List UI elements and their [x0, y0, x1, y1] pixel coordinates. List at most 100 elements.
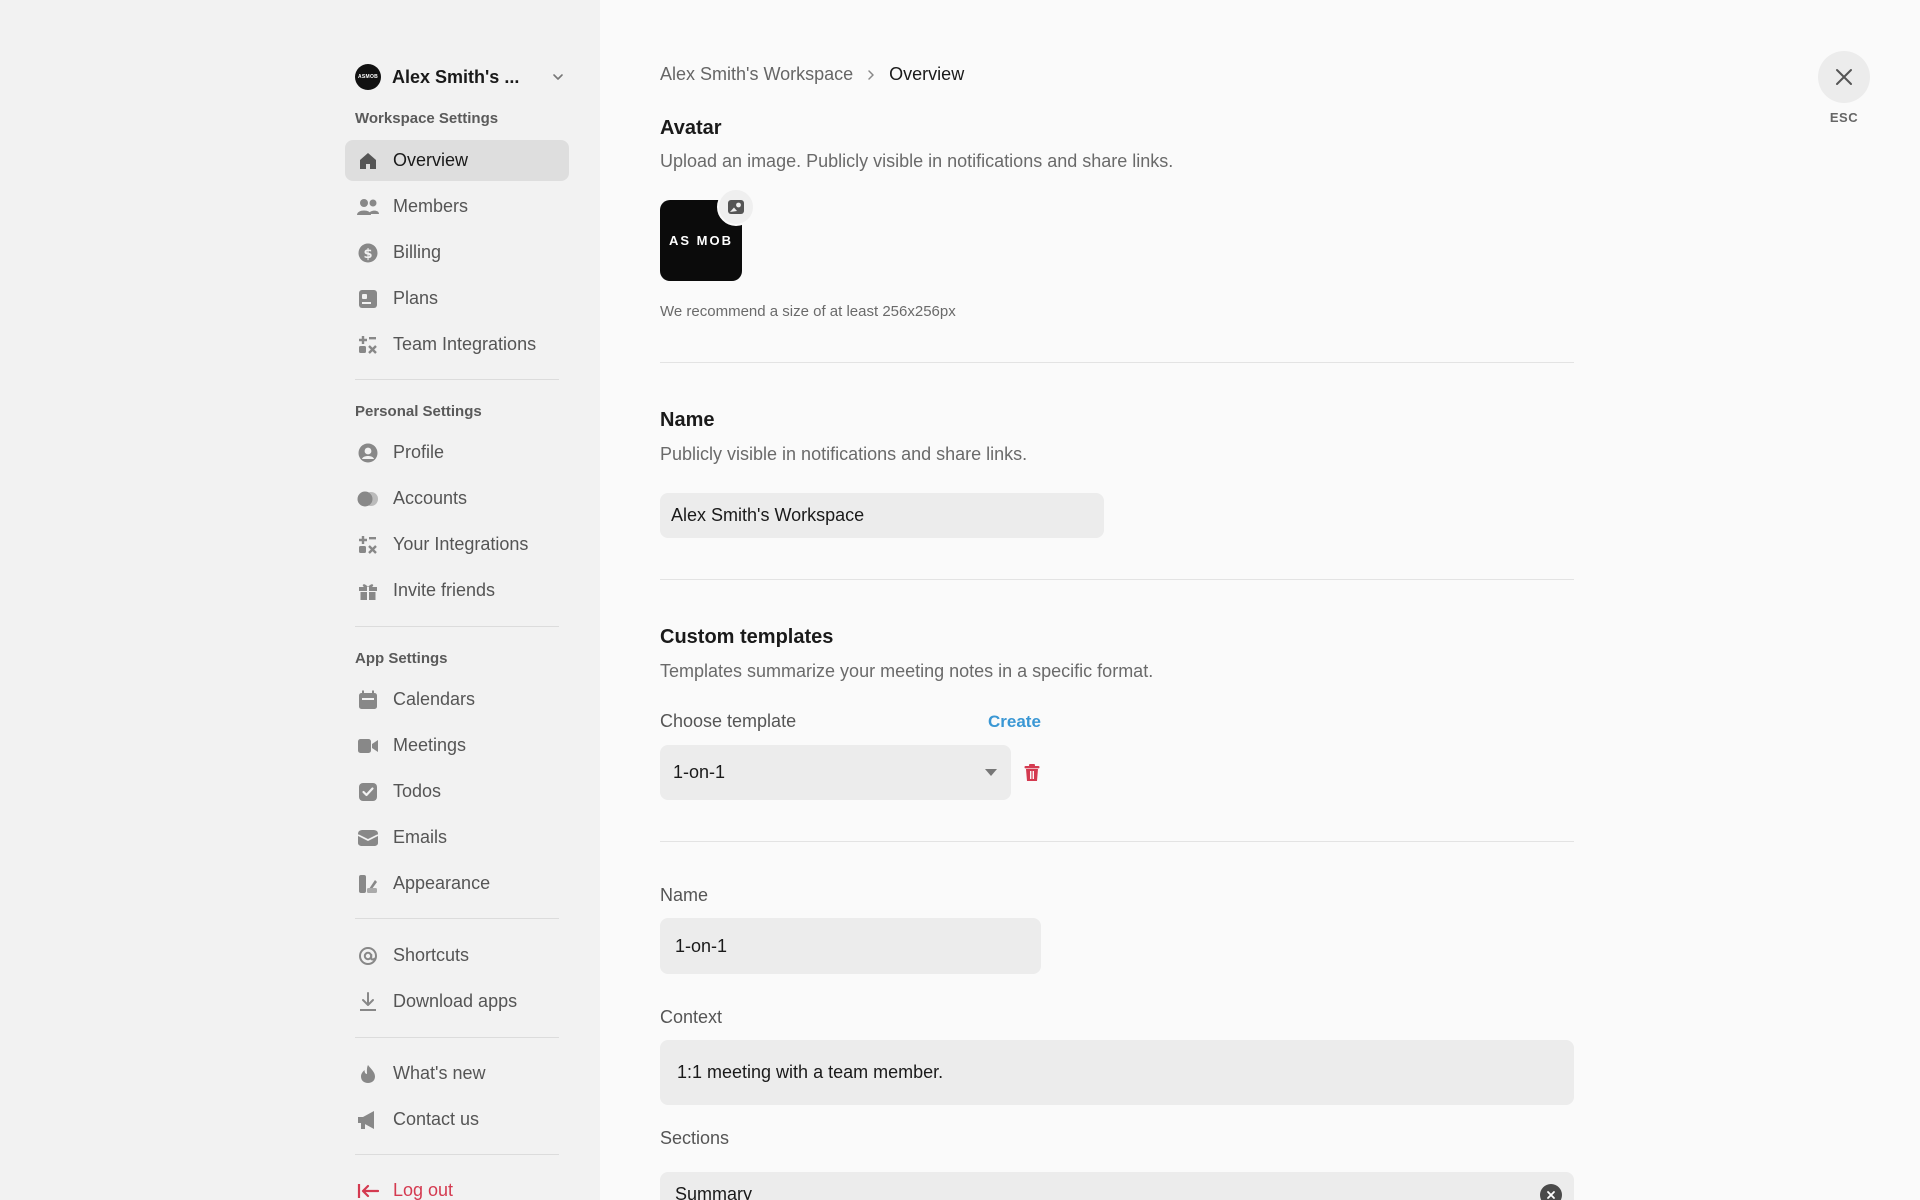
sidebar-item-profile[interactable]: Profile — [345, 432, 569, 473]
sidebar-item-plans[interactable]: Plans — [345, 278, 569, 319]
sidebar-item-label: Overview — [393, 150, 469, 170]
sidebar-divider — [355, 626, 559, 627]
upload-image-button[interactable] — [717, 188, 755, 226]
sidebar-item-label: Members — [393, 196, 469, 216]
template-sections-label: Sections — [660, 1128, 730, 1148]
integrations-icon — [357, 534, 379, 556]
sidebar-item-shortcuts[interactable]: Shortcuts — [345, 935, 569, 976]
sidebar-item-team-integrations[interactable]: Team Integrations — [345, 324, 569, 365]
create-template-link[interactable]: Create — [988, 712, 1041, 732]
chevron-down-icon — [553, 74, 563, 80]
avatar-logo-text: AS MOB — [669, 233, 733, 248]
avatar-title: Avatar — [660, 117, 722, 139]
sidebar-item-label: Billing — [393, 242, 442, 262]
remove-section-button[interactable] — [1540, 1184, 1562, 1200]
sidebar-item-calendars[interactable]: Calendars — [345, 679, 569, 720]
gift-icon — [357, 580, 379, 602]
close-icon — [1547, 1191, 1555, 1199]
sidebar: ASMOB Alex Smith's ... Workspace Setting… — [0, 0, 600, 1200]
section-divider — [660, 362, 1574, 363]
section-label-app: App Settings — [355, 650, 448, 667]
at-sign-icon — [357, 945, 379, 967]
sidebar-item-label: Emails — [393, 827, 448, 847]
breadcrumb-workspace[interactable]: Alex Smith's Workspace — [660, 64, 853, 85]
name-title: Name — [660, 409, 715, 431]
user-circle-icon — [357, 442, 379, 464]
trash-icon — [1024, 764, 1040, 781]
sidebar-item-label: Your Integrations — [393, 534, 529, 554]
sidebar-item-label: Invite friends — [393, 580, 496, 600]
avatar-size-note: We recommend a size of at least 256x256p… — [660, 303, 956, 320]
check-square-icon — [357, 781, 379, 803]
log-out-icon — [357, 1180, 379, 1200]
template-name-input[interactable]: 1-on-1 — [660, 918, 1041, 974]
template-select[interactable]: 1-on-1 — [660, 745, 1011, 800]
close-button[interactable] — [1818, 51, 1870, 103]
section-label-workspace: Workspace Settings — [355, 110, 499, 127]
sidebar-item-billing[interactable]: $ Billing — [345, 232, 569, 273]
choose-template-label: Choose template — [660, 711, 797, 731]
megaphone-icon — [357, 1109, 379, 1131]
workspace-switcher[interactable]: ASMOB Alex Smith's ... — [355, 62, 565, 92]
sidebar-item-download-apps[interactable]: Download apps — [345, 981, 569, 1022]
sidebar-item-your-integrations[interactable]: Your Integrations — [345, 524, 569, 565]
section-label-personal: Personal Settings — [355, 403, 482, 420]
sidebar-item-invite-friends[interactable]: Invite friends — [345, 570, 569, 611]
name-description: Publicly visible in notifications and sh… — [660, 444, 1028, 464]
sidebar-item-members[interactable]: Members — [345, 186, 569, 227]
sidebar-item-label: Team Integrations — [393, 334, 537, 354]
sidebar-item-label: Profile — [393, 442, 445, 462]
sidebar-item-appearance[interactable]: Appearance — [345, 863, 569, 904]
sidebar-item-todos[interactable]: Todos — [345, 771, 569, 812]
sidebar-divider — [355, 1154, 559, 1155]
download-icon — [357, 991, 379, 1013]
breadcrumb-current: Overview — [889, 64, 965, 84]
sidebar-item-emails[interactable]: Emails — [345, 817, 569, 858]
workspace-name: Alex Smith's ... — [392, 66, 520, 87]
workspace-logo-text: ASMOB — [357, 74, 379, 80]
id-card-icon — [357, 288, 379, 310]
template-context-input[interactable]: 1:1 meeting with a team member. — [660, 1040, 1574, 1105]
section-divider — [660, 579, 1574, 580]
close-icon — [1836, 69, 1852, 85]
templates-title: Custom templates — [660, 626, 834, 648]
section-item-label: Summary — [675, 1184, 753, 1200]
templates-description: Templates summarize your meeting notes i… — [660, 661, 1154, 681]
sidebar-item-meetings[interactable]: Meetings — [345, 725, 569, 766]
sidebar-item-log-out[interactable]: Log out — [345, 1170, 569, 1200]
users-icon — [357, 196, 379, 218]
sidebar-item-whats-new[interactable]: What's new — [345, 1053, 569, 1094]
sidebar-item-label: Todos — [393, 781, 442, 801]
caret-down-icon — [985, 769, 997, 776]
template-section-item[interactable]: Summary — [660, 1172, 1574, 1200]
home-icon — [357, 150, 379, 172]
image-icon — [728, 200, 744, 214]
sidebar-item-label: Download apps — [393, 991, 518, 1011]
template-select-value: 1-on-1 — [673, 762, 726, 782]
accounts-icon — [357, 488, 379, 510]
sidebar-item-label: What's new — [393, 1063, 486, 1083]
esc-label: ESC — [1829, 110, 1859, 125]
workspace-logo: ASMOB — [355, 64, 381, 90]
breadcrumb: Alex Smith's Workspace Overview — [660, 64, 964, 85]
calendar-icon — [357, 689, 379, 711]
section-divider — [660, 841, 1574, 842]
sidebar-item-label: Shortcuts — [393, 945, 470, 965]
flame-icon — [357, 1063, 379, 1085]
sidebar-item-label: Contact us — [393, 1109, 480, 1129]
delete-template-button[interactable] — [1022, 762, 1042, 784]
svg-text:$: $ — [363, 247, 372, 262]
sidebar-item-label: Plans — [393, 288, 439, 308]
sidebar-item-label: Accounts — [393, 488, 468, 508]
integrations-icon — [357, 334, 379, 356]
sidebar-divider — [355, 379, 559, 380]
avatar-description: Upload an image. Publicly visible in not… — [660, 151, 1174, 171]
sidebar-item-overview[interactable]: Overview — [345, 140, 569, 181]
video-camera-icon — [357, 735, 379, 757]
workspace-name-input[interactable]: Alex Smith's Workspace — [660, 493, 1104, 538]
sidebar-item-contact-us[interactable]: Contact us — [345, 1099, 569, 1140]
template-context-label: Context — [660, 1007, 723, 1027]
dollar-icon: $ — [357, 242, 379, 264]
sidebar-item-label: Log out — [393, 1180, 454, 1200]
sidebar-item-accounts[interactable]: Accounts — [345, 478, 569, 519]
